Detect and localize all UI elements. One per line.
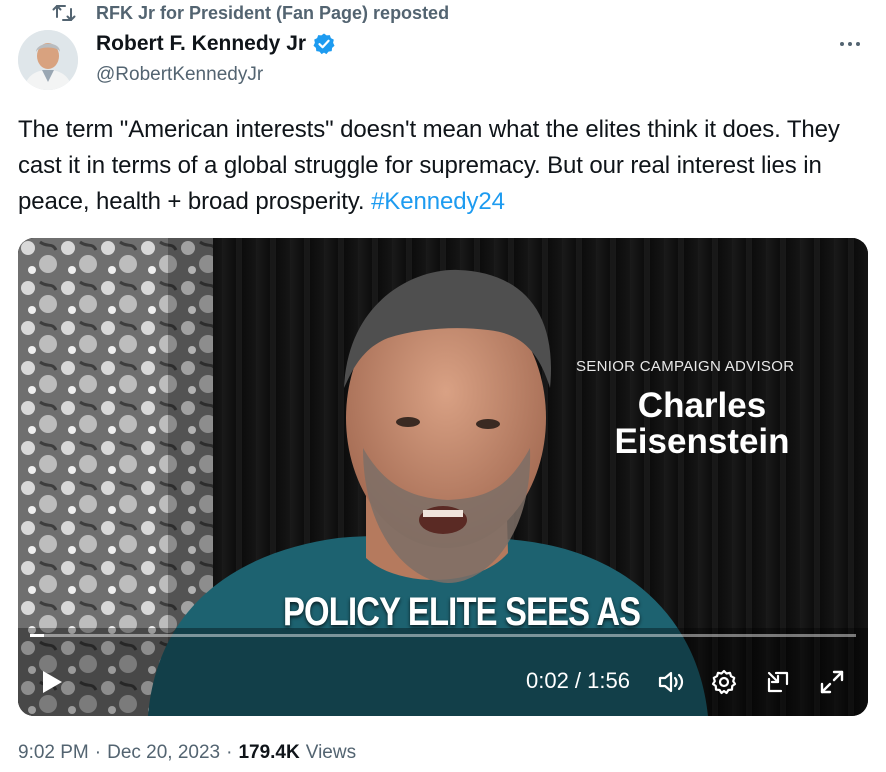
more-horizontal-icon: [840, 42, 860, 46]
tweet-date[interactable]: Dec 20, 2023: [107, 742, 220, 764]
play-button[interactable]: [38, 668, 66, 696]
volume-button[interactable]: [656, 666, 688, 698]
volume-icon: [658, 671, 684, 693]
settings-icon: [711, 669, 737, 695]
author-name-row[interactable]: Robert F. Kennedy Jr: [96, 32, 336, 56]
video-time-readout: 0:02 / 1:56: [526, 668, 630, 693]
views-count: 179.4K: [238, 742, 300, 763]
overlay-name-text: Charles Eisenstein: [614, 386, 790, 461]
video-controls: 0:02 / 1:56: [18, 656, 868, 706]
author-handle[interactable]: @RobertKennedyJr: [96, 64, 263, 86]
tweet-meta: 9:02 PM · Dec 20, 2023 · 179.4K Views: [18, 742, 356, 764]
overlay-role-text: SENIOR CAMPAIGN ADVISOR: [576, 358, 795, 375]
video-caption: POLICY ELITE SEES AS: [283, 590, 641, 634]
meta-separator: ·: [94, 742, 102, 763]
pop-out-icon: [767, 671, 789, 693]
video-frame: [18, 238, 868, 716]
fullscreen-button[interactable]: [816, 666, 848, 698]
settings-button[interactable]: [708, 666, 740, 698]
video-progress-bar[interactable]: [30, 634, 856, 637]
tweet-time[interactable]: 9:02 PM: [18, 742, 89, 764]
meta-separator: ·: [226, 742, 233, 763]
avatar[interactable]: [18, 30, 78, 90]
pop-out-button[interactable]: [762, 666, 794, 698]
video-progress-fill: [30, 634, 45, 637]
fullscreen-icon: [820, 670, 844, 694]
repost-header: RFK Jr for President (Fan Page) reposted: [52, 2, 449, 24]
tweet-text: The term "American interests" doesn't me…: [18, 112, 878, 220]
verified-badge-icon[interactable]: [312, 32, 336, 56]
play-icon: [43, 671, 62, 693]
more-options-button[interactable]: [836, 30, 864, 58]
views-label: Views: [305, 742, 357, 763]
hashtag-link[interactable]: #Kennedy24: [371, 188, 505, 215]
author-display-name[interactable]: Robert F. Kennedy Jr: [96, 32, 306, 56]
repost-icon: [52, 3, 76, 23]
video-player[interactable]: SENIOR CAMPAIGN ADVISOR Charles Eisenste…: [18, 238, 868, 716]
repost-label[interactable]: RFK Jr for President (Fan Page) reposted: [96, 3, 449, 24]
